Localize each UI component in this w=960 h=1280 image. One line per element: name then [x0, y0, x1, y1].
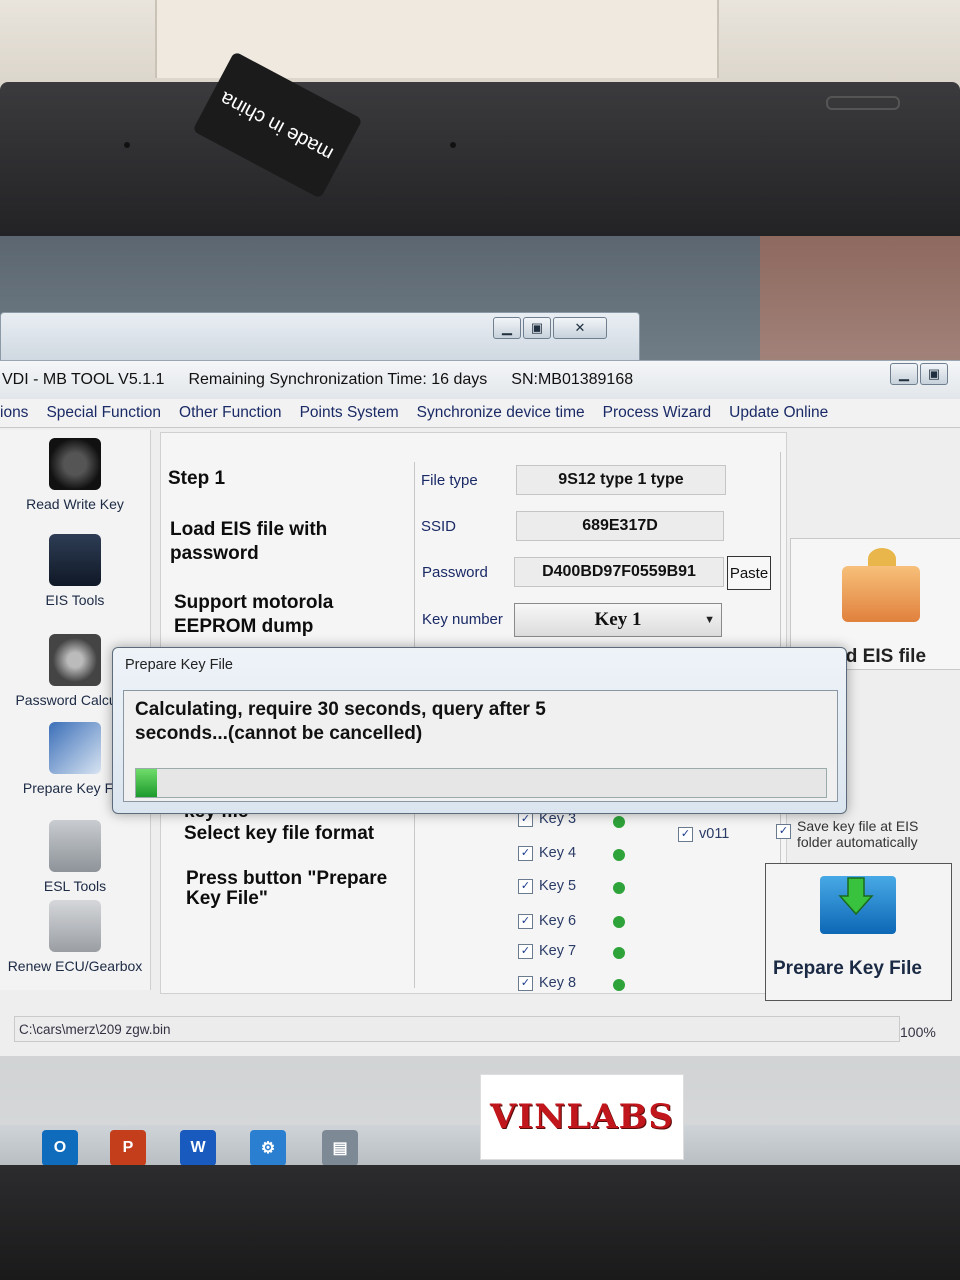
key-checkbox-row[interactable]: ✓ Key 7 [518, 943, 576, 959]
chevron-down-icon: ▼ [704, 614, 715, 626]
status-dot-icon [613, 849, 625, 861]
status-bar: C:\cars\merz\209 zgw.bin [14, 1016, 900, 1042]
sidebar-item-renew-ecu[interactable]: Renew ECU/Gearbox [0, 900, 150, 974]
serial-number: SN:MB01389168 [511, 371, 634, 388]
password-field[interactable]: D400BD97F0559B91 [514, 557, 724, 587]
menu-points-system[interactable]: Points System [300, 404, 399, 422]
vdi-app-icon[interactable]: ⚙ [250, 1130, 286, 1166]
powerpoint-icon[interactable]: P [110, 1130, 146, 1166]
format-option[interactable]: ✓ v011 [678, 826, 729, 842]
esl-module-icon [49, 820, 101, 872]
step2-line: Select key file format [184, 823, 375, 844]
status-dot-icon [613, 916, 625, 928]
file-path: C:\cars\merz\209 zgw.bin [19, 1021, 171, 1037]
ssid-field[interactable]: 689E317D [516, 511, 724, 541]
status-dot-icon [613, 979, 625, 991]
menu-functions[interactable]: ions [0, 404, 28, 422]
outlook-icon[interactable]: O [42, 1130, 78, 1166]
mb-tool-icon[interactable]: ▤ [322, 1130, 358, 1166]
title-bar: VDI - MB TOOL V5.1.1 Remaining Synchroni… [0, 361, 960, 399]
step1-line: Support motorola [174, 592, 334, 613]
checkbox[interactable]: ✓ [678, 826, 693, 842]
background-window: ▁ ▣ ✕ [0, 312, 640, 366]
sync-time-text: Remaining Synchronization Time: 16 days [188, 371, 488, 388]
step1-title: Step 1 [168, 468, 226, 489]
app-title: VDI - MB TOOL V5.1.1 [2, 371, 165, 388]
menu-process-wizard[interactable]: Process Wizard [603, 404, 712, 422]
maximize-icon[interactable]: ▣ [523, 317, 551, 339]
step1-line: Load EIS file with [170, 519, 328, 540]
key-checkbox-row[interactable]: ✓ Key 5 [518, 878, 576, 894]
password-dial-icon [49, 634, 101, 686]
down-arrow-icon [838, 877, 874, 916]
status-dot-icon [613, 816, 625, 828]
close-icon[interactable]: ✕ [553, 317, 607, 339]
folder-icon [842, 566, 920, 622]
brand-logo: VINLABS [480, 1074, 684, 1160]
file-type-label: File type [421, 472, 478, 489]
step1-line: password [170, 543, 259, 564]
checkbox[interactable]: ✓ [776, 824, 791, 839]
checkbox[interactable]: ✓ [518, 975, 533, 991]
menu-bar: ions Special Function Other Function Poi… [0, 399, 960, 428]
dialog-message: Calculating, require 30 seconds, query a… [135, 699, 546, 744]
key-number-select[interactable]: Key 1 ▼ [514, 603, 722, 637]
bezel-dot [124, 142, 130, 148]
minimize-icon[interactable]: ▁ [890, 363, 918, 385]
laptop-bezel-top [0, 82, 960, 240]
dialog-title: Prepare Key File [125, 657, 233, 673]
sidebar-item-read-write-key[interactable]: Read Write Key [0, 438, 150, 512]
word-icon[interactable]: W [180, 1130, 216, 1166]
key-checkbox-row[interactable]: ✓ Key 8 [518, 975, 576, 991]
status-dot-icon [613, 947, 625, 959]
key-number-label: Key number [422, 611, 503, 628]
key-file-icon [49, 722, 101, 774]
zoom-level: 100% [900, 1024, 936, 1040]
progress-bar [135, 768, 827, 798]
password-label: Password [422, 564, 488, 581]
file-type-field[interactable]: 9S12 type 1 type [516, 465, 726, 495]
status-dot-icon [613, 882, 625, 894]
menu-other-function[interactable]: Other Function [179, 404, 282, 422]
step3-line: Key File" [186, 888, 268, 909]
paste-button[interactable]: Paste [727, 556, 771, 590]
checkbox[interactable]: ✓ [518, 845, 533, 861]
maximize-icon[interactable]: ▣ [920, 363, 948, 385]
checkbox[interactable]: ✓ [518, 878, 533, 894]
save-auto-option[interactable]: ✓ Save key file at EIS folder automatica… [776, 818, 918, 850]
progress-fill [136, 769, 157, 797]
laptop-bezel-bottom [0, 1165, 960, 1280]
menu-special-function[interactable]: Special Function [46, 404, 161, 422]
bezel-slot [826, 96, 900, 110]
menu-update-online[interactable]: Update Online [729, 404, 828, 422]
ssid-label: SSID [421, 518, 457, 535]
key-checkbox-row[interactable]: ✓ Key 6 [518, 913, 576, 929]
prepare-key-file-label: Prepare Key File [773, 958, 922, 979]
sidebar-item-eis-tools[interactable]: EIS Tools [0, 534, 150, 608]
prepare-key-file-dialog: Prepare Key File Calculating, require 30… [112, 647, 847, 814]
menu-synchronize-time[interactable]: Synchronize device time [417, 404, 585, 422]
key-fob-icon [49, 438, 101, 490]
checkbox[interactable]: ✓ [518, 943, 533, 959]
eis-module-icon [49, 534, 101, 586]
bezel-dot [450, 142, 456, 148]
checkbox[interactable]: ✓ [518, 913, 533, 929]
key-checkbox-row[interactable]: ✓ Key 4 [518, 845, 576, 861]
ecu-module-icon [49, 900, 101, 952]
step1-line: EEPROM dump [174, 616, 314, 637]
sidebar-item-esl-tools[interactable]: ESL Tools [0, 820, 150, 894]
minimize-icon[interactable]: ▁ [493, 317, 521, 339]
